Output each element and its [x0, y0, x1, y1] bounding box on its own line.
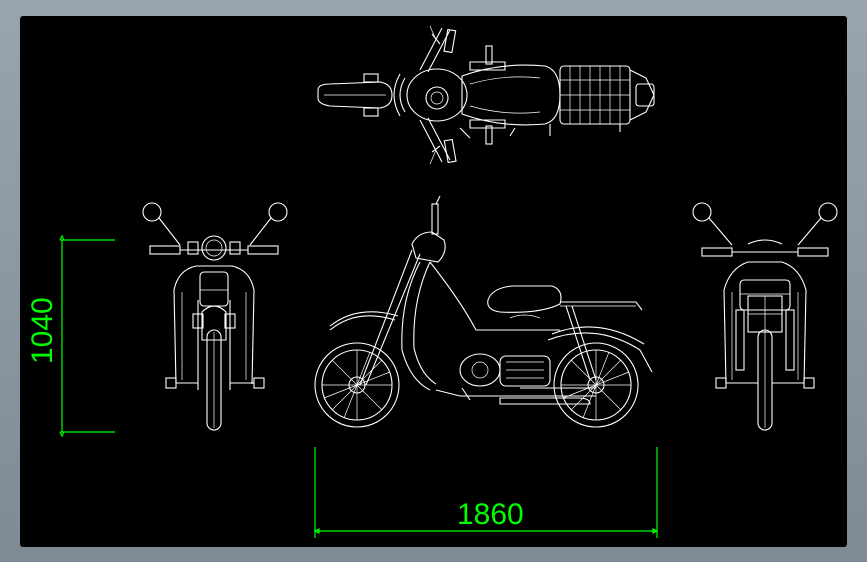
- rear-view: [692, 202, 838, 431]
- dimension-length: 1860: [313, 447, 659, 538]
- window-frame: 1040 1860: [0, 0, 867, 562]
- side-view: [314, 195, 653, 428]
- cad-viewport[interactable]: 1040 1860: [20, 16, 847, 547]
- dimension-height-label: 1040: [26, 297, 59, 364]
- drawing-canvas: 1040 1860: [26, 25, 838, 538]
- dimension-length-label: 1860: [457, 498, 524, 531]
- dimension-height: 1040: [26, 234, 115, 438]
- top-view: [317, 25, 655, 165]
- front-view: [142, 202, 288, 431]
